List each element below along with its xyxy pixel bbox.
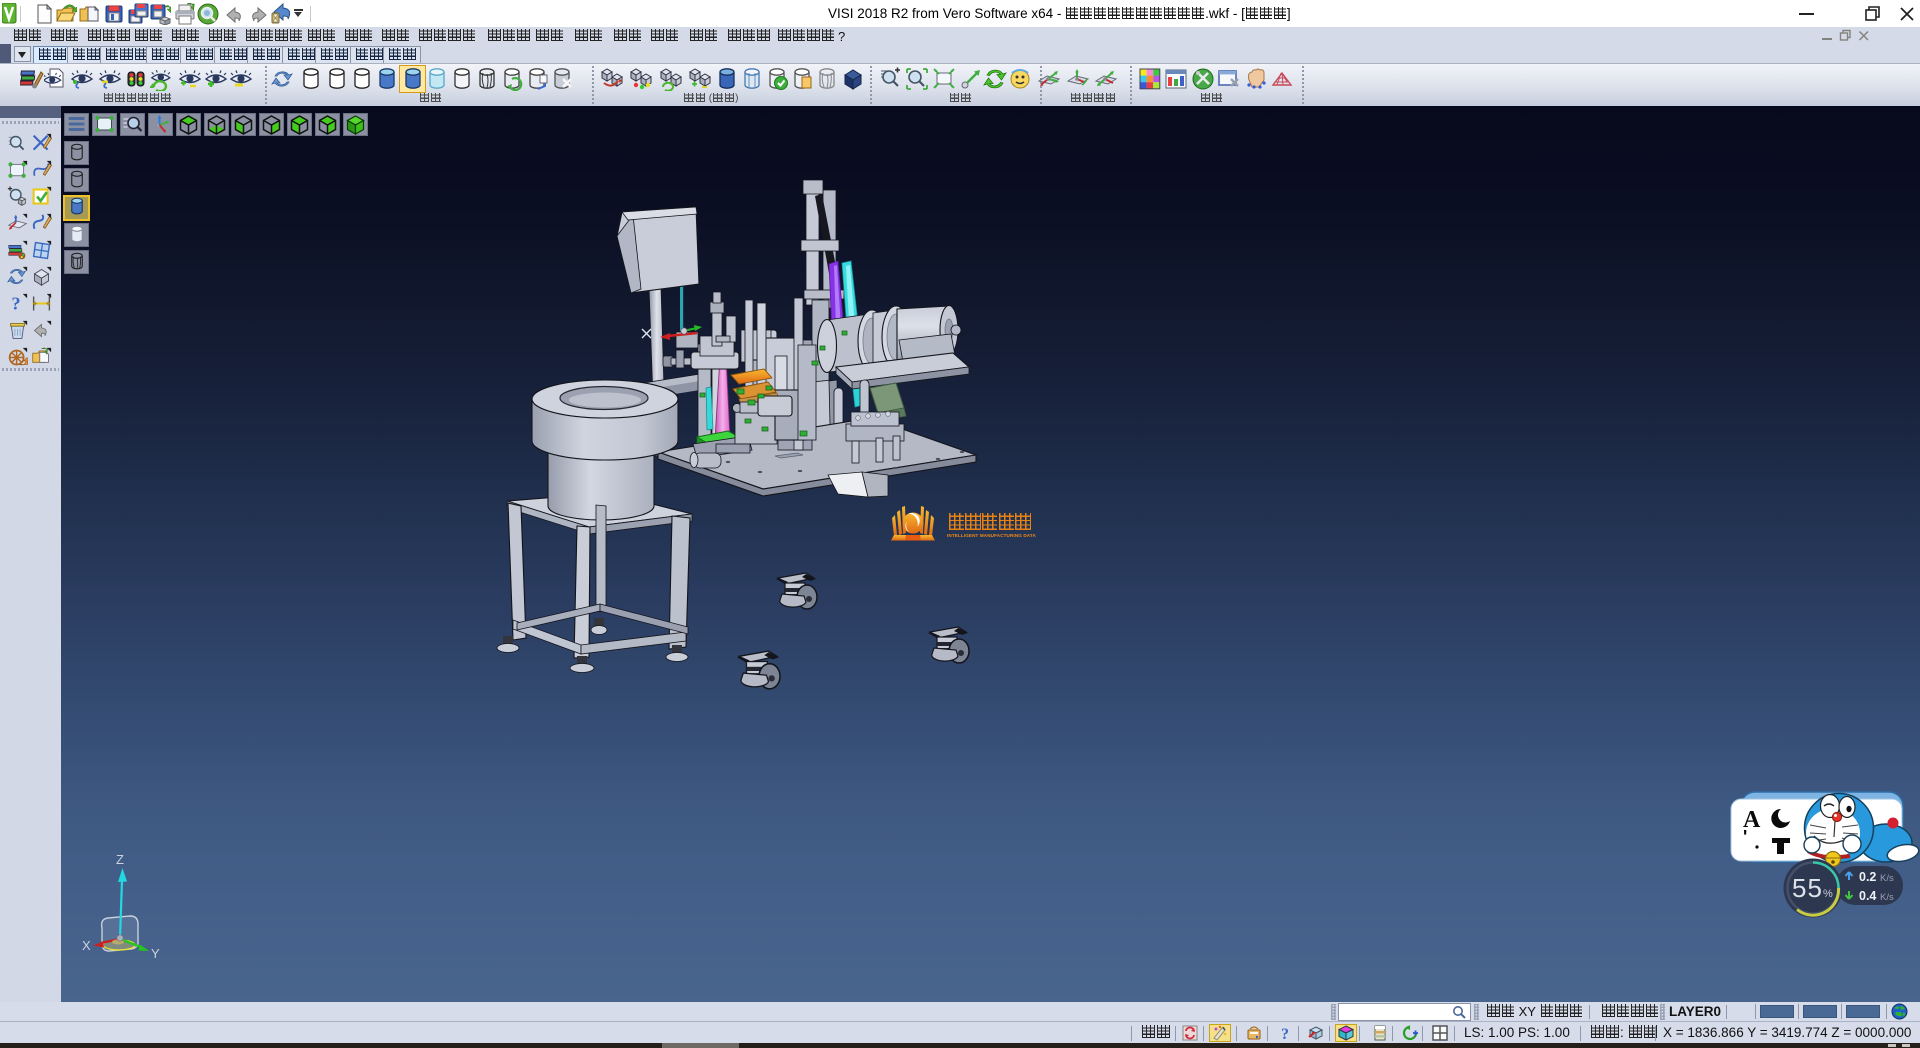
svg-text:0.4: 0.4 [1859,889,1876,903]
svg-text:55: 55 [1792,873,1823,903]
svg-text:?: ? [1281,1026,1289,1041]
svg-text:0.2: 0.2 [1859,870,1876,884]
svg-text:K/s: K/s [1880,892,1894,903]
svg-text:Y: Y [151,946,160,961]
svg-text:K/s: K/s [1880,873,1894,884]
svg-text:%: % [1823,888,1833,900]
svg-text:X: X [82,938,91,953]
svg-text:?: ? [11,294,20,314]
svg-text:': ' [1743,827,1747,847]
svg-text:Z: Z [116,852,124,867]
